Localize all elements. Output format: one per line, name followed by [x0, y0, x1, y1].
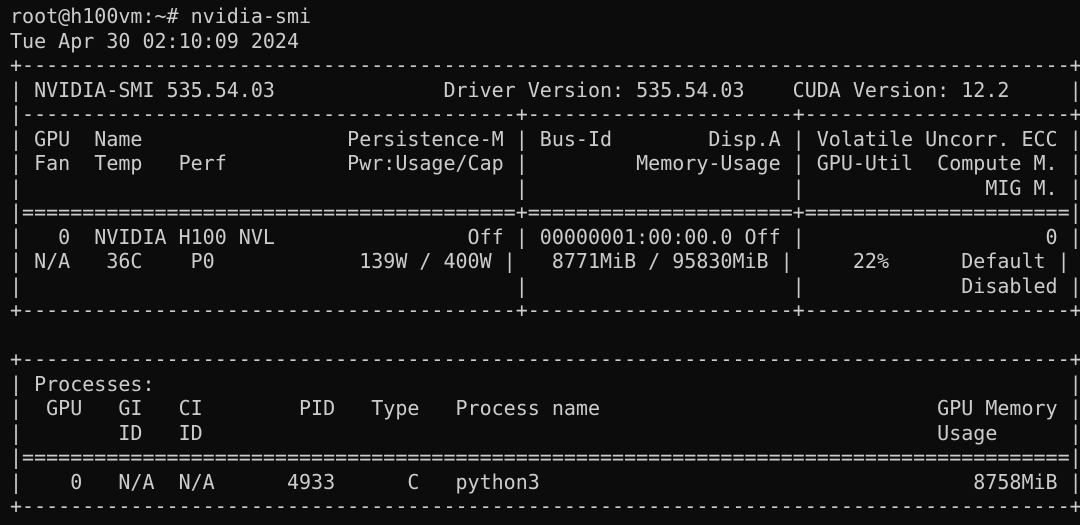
gpu-table-column-header-2: | Fan Temp Perf Pwr:Usage/Cap | Memory-U… [10, 151, 1080, 175]
gpu-table-bottom-border: +---------------------------------------… [10, 298, 1080, 322]
gpu-row-line-2: | N/A 36C P0 139W / 400W | 8771MiB / 958… [10, 249, 1070, 273]
process-table-column-header-2: | ID ID Usage | [10, 420, 1080, 445]
process-table-column-header-1: | GPU GI CI PID Type Process name GPU Me… [10, 396, 1080, 420]
gpu-table-top-border: +---------------------------------------… [10, 53, 1080, 77]
gpu-table-column-header-1: | GPU Name Persistence-M | Bus-Id Disp.A… [10, 126, 1080, 151]
terminal-window[interactable]: root@h100vm:~# nvidia-smi Tue Apr 30 02:… [0, 0, 1080, 525]
process-table-bottom-border: +---------------------------------------… [10, 494, 1080, 518]
process-table-header-divider: |=======================================… [10, 445, 1080, 469]
command-prompt-line: root@h100vm:~# nvidia-smi [10, 4, 312, 28]
process-table-top-border: +---------------------------------------… [10, 347, 1080, 371]
gpu-table-separator: |---------------------------------------… [10, 102, 1080, 126]
process-row: | 0 N/A N/A 4933 C python3 8758MiB | [10, 469, 1080, 494]
gpu-table-column-header-3: | | | MIG M. | [10, 175, 1080, 200]
gpu-table-version-header: | NVIDIA-SMI 535.54.03 Driver Version: 5… [10, 77, 1080, 102]
process-table-title: | Processes: | [10, 371, 1080, 396]
gpu-table-header-divider: |=======================================… [10, 200, 1080, 224]
timestamp-line: Tue Apr 30 02:10:09 2024 [10, 28, 299, 53]
gpu-row-line-1: | 0 NVIDIA H100 NVL Off | 00000001:00:00… [10, 224, 1080, 249]
gpu-row-line-3: | | | Disabled | [10, 273, 1080, 298]
